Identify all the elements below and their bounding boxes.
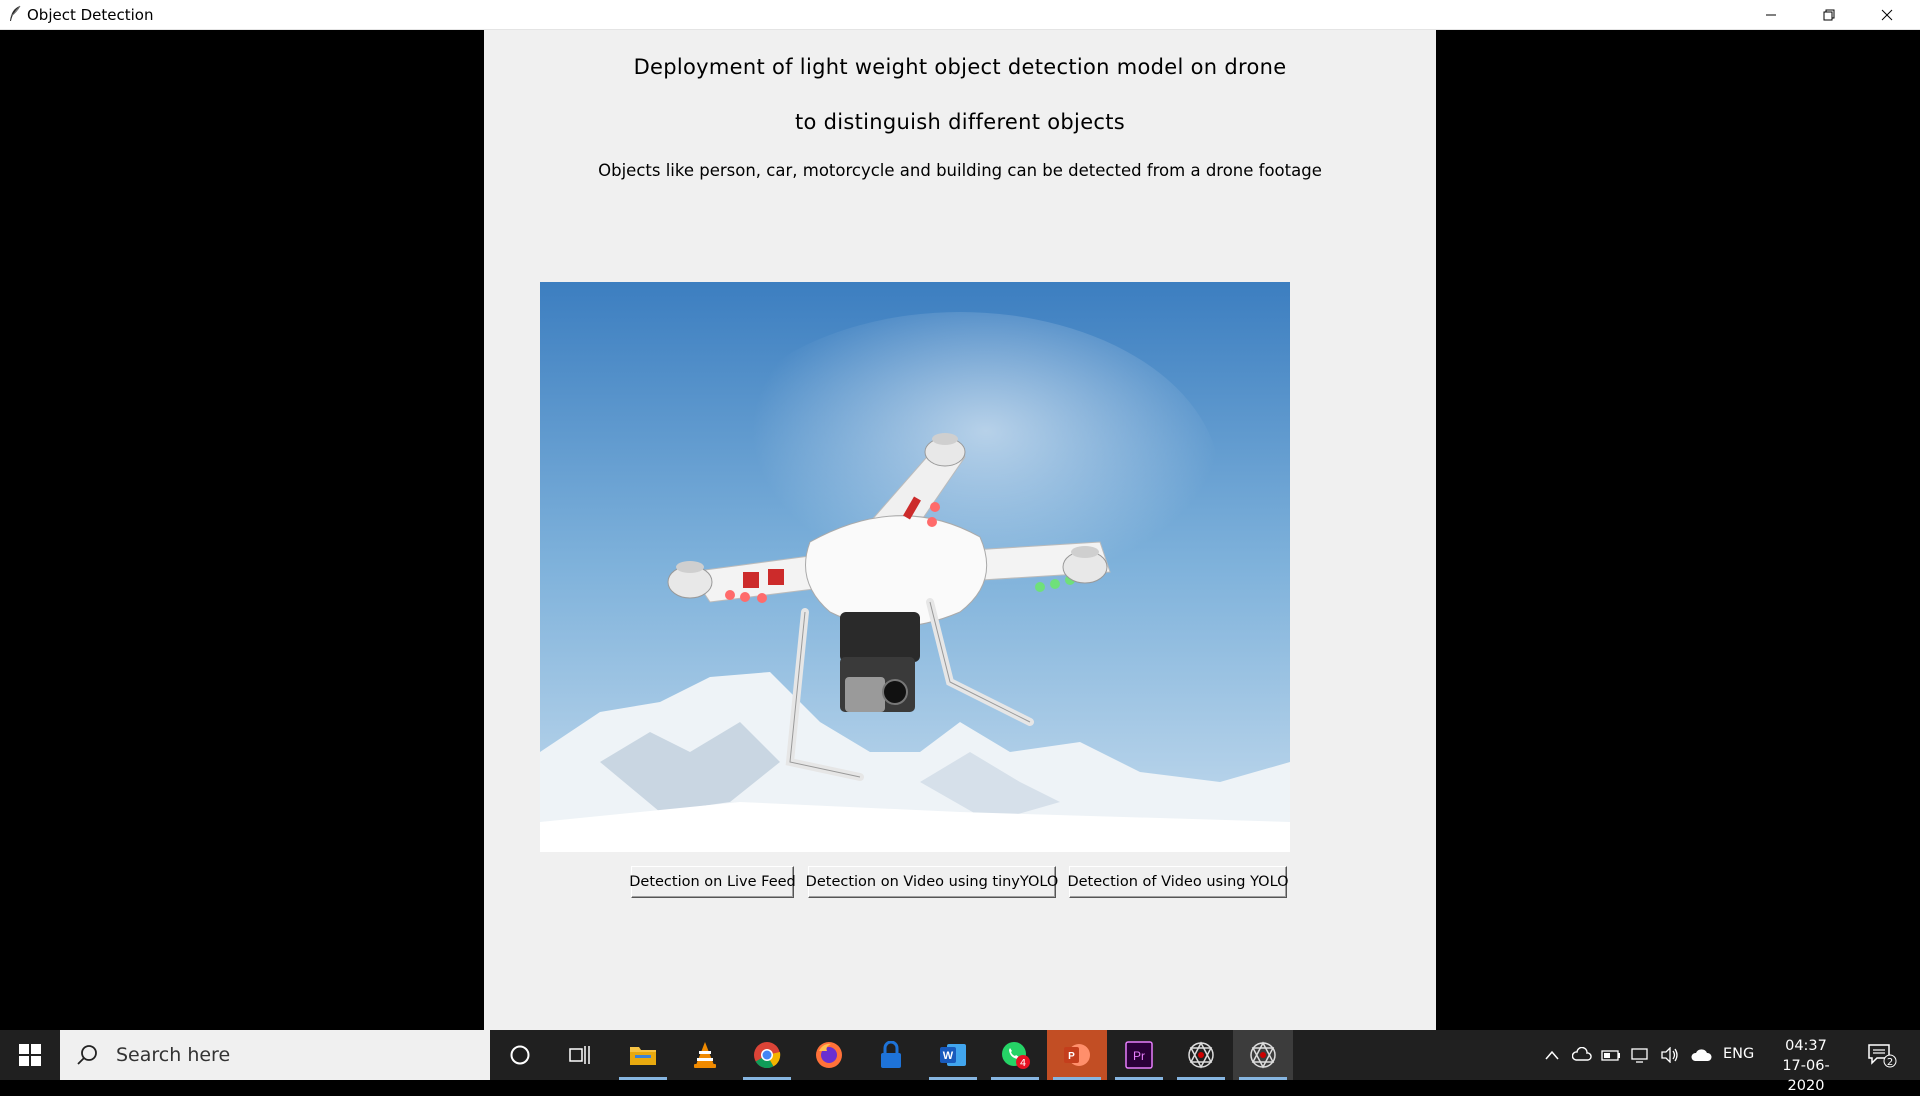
firefox-icon	[816, 1042, 842, 1068]
notifications-button[interactable]: 2	[1862, 1030, 1902, 1080]
svg-text:W: W	[943, 1050, 954, 1062]
powerpoint-icon: P	[1064, 1044, 1090, 1066]
file-explorer-button[interactable]	[613, 1030, 673, 1080]
task-view-button[interactable]	[550, 1030, 610, 1080]
word-button[interactable]: W	[923, 1030, 983, 1080]
restore-button[interactable]	[1800, 0, 1858, 29]
spider-app-button[interactable]	[1171, 1030, 1231, 1080]
spider-app-icon	[1188, 1041, 1214, 1069]
chevron-up-icon	[1545, 1050, 1559, 1060]
windows-logo-icon	[19, 1044, 41, 1066]
app-panel: Deployment of light weight object detect…	[484, 30, 1436, 1030]
lock-app-icon	[881, 1041, 901, 1068]
svg-text:Pr: Pr	[1133, 1049, 1145, 1063]
window-title: Object Detection	[27, 6, 154, 24]
vlc-icon	[694, 1042, 716, 1068]
volume-icon	[1661, 1047, 1678, 1063]
left-black-area	[0, 30, 484, 1030]
clock-time: 04:37	[1785, 1038, 1827, 1054]
word-icon: W	[940, 1044, 966, 1066]
battery-icon	[1601, 1050, 1620, 1061]
detection-yolo-button[interactable]: Detection of Video using YOLO	[1067, 866, 1289, 898]
taskbar-clock[interactable]: 04:37 17-06-2020	[1766, 1036, 1846, 1096]
minimize-icon	[1766, 14, 1776, 15]
show-hidden-icons-button[interactable]	[1540, 1030, 1564, 1080]
whatsapp-badge: 4	[1020, 1058, 1026, 1069]
volume-tray[interactable]	[1658, 1030, 1682, 1080]
network-tray[interactable]	[1628, 1030, 1652, 1080]
network-icon	[1631, 1048, 1648, 1063]
input-language[interactable]: ENG	[1723, 1046, 1754, 1062]
detection-live-feed-button[interactable]: Detection on Live Feed	[629, 866, 796, 898]
close-icon	[1881, 9, 1893, 20]
cloud-sync-tray[interactable]	[1570, 1030, 1594, 1080]
file-explorer-icon	[630, 1047, 656, 1065]
heading-line-2: to distinguish different objects	[794, 110, 1126, 134]
firefox-button[interactable]	[799, 1030, 859, 1080]
spider-app-button-active[interactable]	[1233, 1030, 1293, 1080]
chrome-button[interactable]	[737, 1030, 797, 1080]
start-button[interactable]	[0, 1030, 60, 1080]
chrome-icon	[754, 1042, 781, 1069]
drone-photo	[540, 282, 1290, 852]
spider-app-icon-active	[1250, 1041, 1276, 1069]
search-icon	[77, 1045, 97, 1065]
heading-line-1: Deployment of light weight object detect…	[633, 55, 1287, 79]
svg-text:P: P	[1068, 1051, 1075, 1062]
window-title-bar: Object Detection	[0, 0, 1920, 30]
detection-tinyyolo-button[interactable]: Detection on Video using tinyYOLO	[806, 866, 1058, 898]
restore-icon	[1823, 9, 1835, 20]
search-placeholder: Search here	[116, 1044, 231, 1066]
notification-center-icon: 2	[1868, 1044, 1897, 1068]
premiere-button[interactable]: Pr	[1109, 1030, 1169, 1080]
clock-date: 17-06-2020	[1782, 1058, 1830, 1094]
subheading: Objects like person, car, motorcycle and…	[598, 161, 1322, 180]
cortana-button[interactable]	[490, 1030, 550, 1080]
vlc-button[interactable]	[675, 1030, 735, 1080]
powerpoint-button[interactable]: P	[1047, 1030, 1107, 1080]
premiere-icon: Pr	[1125, 1041, 1153, 1069]
task-view-icon	[569, 1046, 590, 1064]
feather-icon	[10, 5, 21, 21]
taskbar: Search here W 4 P Pr ENG 04:37 17-06-202…	[0, 1030, 1920, 1094]
minimize-button[interactable]	[1742, 0, 1800, 29]
lock-app-button[interactable]	[861, 1030, 921, 1080]
battery-tray[interactable]	[1599, 1030, 1623, 1080]
taskbar-search-box[interactable]: Search here	[60, 1030, 490, 1080]
close-button[interactable]	[1858, 0, 1916, 29]
right-black-area	[1436, 30, 1920, 1030]
onedrive-cloud-icon	[1691, 1049, 1712, 1061]
cortana-icon	[510, 1045, 530, 1065]
whatsapp-icon: 4	[1002, 1042, 1030, 1069]
cloud-sync-icon	[1572, 1047, 1592, 1061]
notification-count: 2	[1887, 1057, 1893, 1068]
whatsapp-button[interactable]: 4	[985, 1030, 1045, 1080]
onedrive-tray[interactable]	[1689, 1030, 1715, 1080]
